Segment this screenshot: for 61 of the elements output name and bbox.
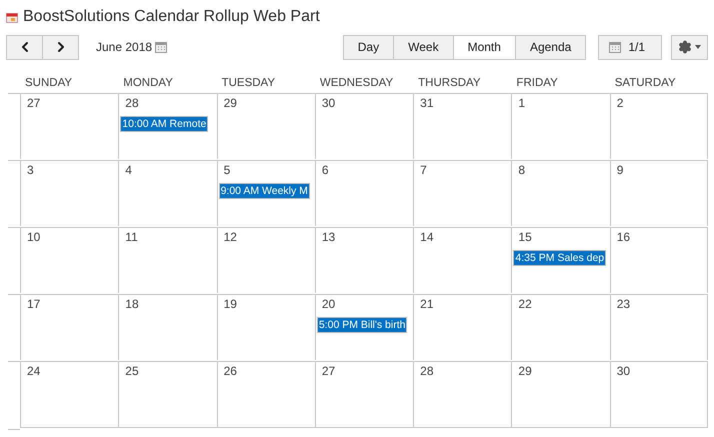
day-number: 15 xyxy=(517,230,533,246)
day-number: 30 xyxy=(616,364,632,380)
calendar-event[interactable]: 10:00 AM Remote xyxy=(120,116,208,132)
calendar-icon xyxy=(609,41,622,53)
next-button[interactable] xyxy=(42,34,79,60)
calendar-event[interactable]: 5:00 PM Bill's birth xyxy=(316,317,408,333)
day-number: 16 xyxy=(616,230,632,246)
day-number: 11 xyxy=(124,230,139,246)
day-number: 6 xyxy=(320,163,330,179)
day-number: 3 xyxy=(26,163,35,179)
day-number: 26 xyxy=(222,364,238,380)
day-number: 12 xyxy=(222,230,238,246)
day-number: 28 xyxy=(124,96,140,112)
view-tab[interactable]: Month xyxy=(452,34,516,60)
day-number: 18 xyxy=(124,297,140,313)
day-number: 22 xyxy=(517,297,533,313)
day-number: 29 xyxy=(222,96,238,112)
day-number: 19 xyxy=(222,297,238,313)
date-picker-icon xyxy=(155,41,168,53)
day-number: 23 xyxy=(616,297,632,313)
weekday-header: SUNDAY xyxy=(24,77,74,91)
day-number: 2 xyxy=(616,96,624,112)
day-number: 8 xyxy=(517,163,526,179)
view-tab[interactable]: Agenda xyxy=(514,34,586,60)
day-number: 10 xyxy=(26,230,42,246)
day-number: 29 xyxy=(517,364,533,380)
current-month-label: June 2018 xyxy=(96,40,152,54)
calendar-event[interactable]: 4:35 PM Sales dep xyxy=(513,250,606,266)
day-number: 27 xyxy=(320,364,336,380)
weekday-header: WEDNESDAY xyxy=(318,77,394,91)
settings-button[interactable] xyxy=(671,34,708,60)
gear-icon xyxy=(678,40,692,54)
calendar-event[interactable]: 9:00 AM Weekly M xyxy=(218,183,310,199)
day-number: 14 xyxy=(419,230,434,246)
view-tab[interactable]: Day xyxy=(342,34,394,60)
weekday-header: SATURDAY xyxy=(614,77,677,91)
web-part-title: BoostSolutions Calendar Rollup Web Part xyxy=(23,8,320,26)
day-number: 9 xyxy=(616,163,624,179)
weekday-header: MONDAY xyxy=(122,77,174,91)
day-number: 28 xyxy=(419,364,434,380)
day-number: 5 xyxy=(222,163,232,179)
weekday-header: TUESDAY xyxy=(220,77,276,91)
weekday-header: FRIDAY xyxy=(515,77,559,91)
calendar-icon xyxy=(6,12,18,22)
day-number: 30 xyxy=(320,96,336,112)
day-number: 24 xyxy=(26,364,42,380)
day-number: 1 xyxy=(517,96,526,112)
day-number: 7 xyxy=(419,163,428,179)
previous-button[interactable] xyxy=(6,34,43,60)
weekday-header: THURSDAY xyxy=(417,77,482,91)
view-tab[interactable]: Week xyxy=(393,34,454,60)
day-number: 27 xyxy=(26,96,42,112)
day-number: 31 xyxy=(419,96,434,112)
caret-icon xyxy=(695,45,701,49)
day-number: 25 xyxy=(124,364,140,380)
calendar-count-button[interactable]: 1/1 xyxy=(598,34,662,60)
day-number: 17 xyxy=(26,297,42,313)
day-number: 20 xyxy=(320,297,336,313)
day-number: 13 xyxy=(320,230,336,246)
day-number: 4 xyxy=(124,163,133,179)
day-number: 21 xyxy=(419,297,434,313)
